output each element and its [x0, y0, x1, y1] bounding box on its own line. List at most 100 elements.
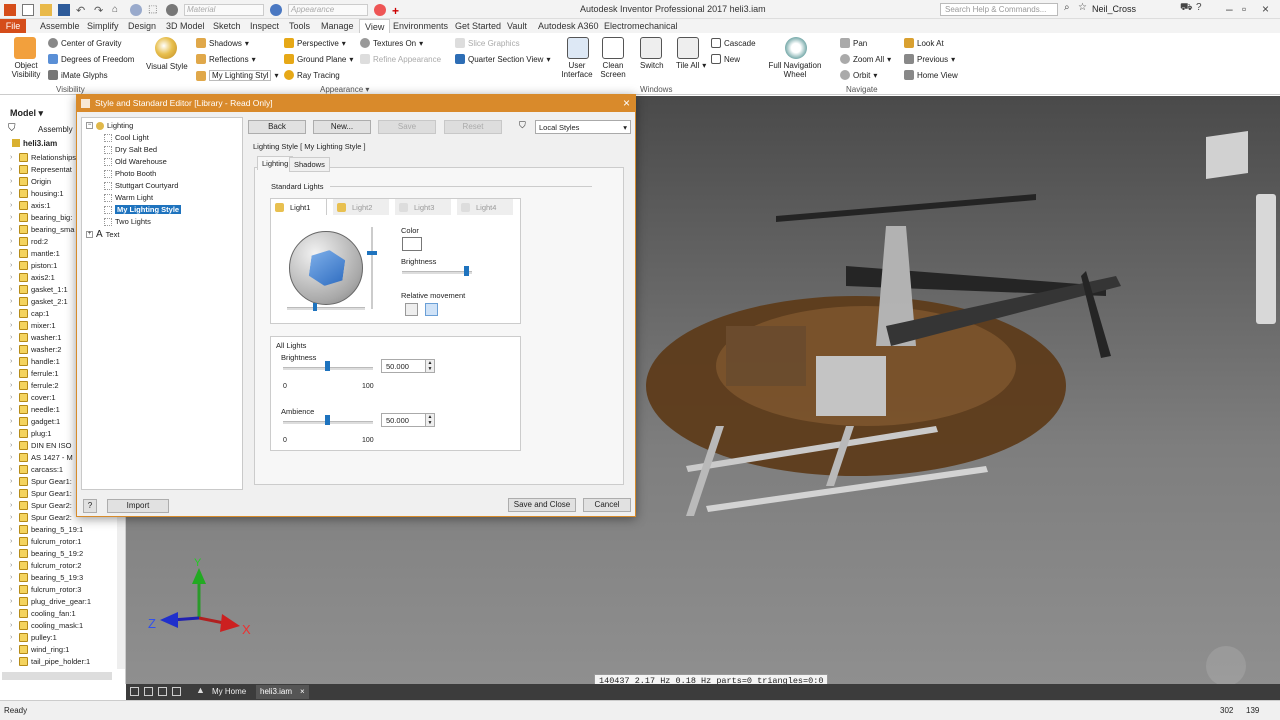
light-brightness-thumb[interactable]: [464, 266, 469, 276]
model-browser-title[interactable]: Model ▾: [10, 108, 43, 119]
filter-icon[interactable]: ⛉: [8, 123, 16, 134]
user-interface-button[interactable]: User Interface: [560, 61, 594, 79]
home-icon[interactable]: ⌂: [112, 4, 124, 16]
ray-tracing-button[interactable]: Ray Tracing: [284, 70, 340, 80]
tab-manage[interactable]: Manage: [321, 21, 354, 31]
model-tree-item[interactable]: › DIN EN ISO: [10, 439, 71, 451]
center-of-gravity-button[interactable]: Center of Gravity: [48, 38, 121, 48]
visual-style-icon[interactable]: [155, 37, 177, 59]
expand-arrow-icon[interactable]: ›: [10, 478, 16, 485]
camera-relative-icon[interactable]: [405, 303, 418, 316]
model-tree-item[interactable]: › Origin: [10, 175, 51, 187]
model-tree-item[interactable]: › cooling_fan:1: [10, 607, 76, 619]
star-icon[interactable]: ☆: [1078, 2, 1087, 13]
tab-simplify[interactable]: Simplify: [87, 21, 119, 31]
light-brightness-slider[interactable]: [402, 271, 472, 274]
expand-arrow-icon[interactable]: ›: [10, 394, 16, 401]
tab-my-home[interactable]: My Home: [212, 687, 246, 696]
assembly-view-dropdown[interactable]: Assembly: [38, 125, 73, 134]
lighting-style-item[interactable]: Dry Salt Bed: [104, 145, 157, 154]
tab-get-started[interactable]: Get Started: [455, 21, 501, 31]
tab-sketch[interactable]: Sketch: [213, 21, 241, 31]
close-tab-icon[interactable]: ×: [300, 687, 305, 697]
perspective-button[interactable]: Perspective ▾: [284, 38, 346, 48]
model-tree-item[interactable]: › Relationships: [10, 151, 76, 163]
clean-screen-button[interactable]: Clean Screen: [597, 61, 629, 79]
model-tree-item[interactable]: › washer:2: [10, 343, 61, 355]
expand-arrow-icon[interactable]: ›: [10, 214, 16, 221]
model-tree-item[interactable]: › Spur Gear1:: [10, 487, 72, 499]
model-tree-item[interactable]: › mantle:1: [10, 247, 60, 259]
previous-view-button[interactable]: Previous ▾: [904, 54, 955, 64]
new-style-button[interactable]: New...: [313, 120, 371, 134]
new-file-icon[interactable]: [22, 3, 34, 16]
model-tree-item[interactable]: › axis2:1: [10, 271, 55, 283]
model-tree-item[interactable]: › handle:1: [10, 355, 60, 367]
expand-arrow-icon[interactable]: ›: [10, 550, 16, 557]
expand-arrow-icon[interactable]: ›: [10, 622, 16, 629]
dialog-close-icon[interactable]: ×: [623, 96, 630, 110]
expand-arrow-icon[interactable]: ›: [10, 190, 16, 197]
light-tab-1[interactable]: Light1: [271, 199, 327, 215]
expand-arrow-icon[interactable]: ›: [10, 274, 16, 281]
tab-menu-icon[interactable]: ▲: [196, 685, 205, 695]
model-tree-item[interactable]: › Spur Gear2:: [10, 511, 72, 523]
expand-arrow-icon[interactable]: ›: [10, 658, 16, 665]
model-tree-item[interactable]: › Representat: [10, 163, 72, 175]
expand-arrow-icon[interactable]: ›: [10, 238, 16, 245]
cancel-button[interactable]: Cancel: [583, 498, 631, 512]
tab-tools[interactable]: Tools: [289, 21, 310, 31]
expand-arrow-icon[interactable]: ›: [10, 430, 16, 437]
model-tree-item[interactable]: › rod:2: [10, 235, 48, 247]
model-tree-item[interactable]: › fulcrum_rotor:1: [10, 535, 81, 547]
expand-arrow-icon[interactable]: ›: [10, 226, 16, 233]
navigation-wheel-icon[interactable]: [785, 37, 807, 59]
user-account[interactable]: Neil_Cross: [1092, 4, 1136, 14]
visual-style-button[interactable]: Visual Style: [146, 62, 188, 71]
save-and-close-button[interactable]: Save and Close: [508, 498, 576, 512]
model-tree-item[interactable]: › Spur Gear2:: [10, 499, 72, 511]
model-tree-item[interactable]: › axis:1: [10, 199, 51, 211]
ground-plane-button[interactable]: Ground Plane ▾: [284, 54, 353, 64]
model-tree-item[interactable]: › ferrule:1: [10, 367, 59, 379]
expand-arrow-icon[interactable]: ›: [10, 538, 16, 545]
vertical-position-slider[interactable]: [371, 227, 373, 309]
expand-arrow-icon[interactable]: ›: [10, 598, 16, 605]
filter-icon[interactable]: ⛉: [519, 120, 526, 131]
expand-arrow-icon[interactable]: ›: [10, 466, 16, 473]
expand-arrow-icon[interactable]: ›: [10, 526, 16, 533]
ambience-thumb[interactable]: [325, 415, 330, 425]
shadows-button[interactable]: Shadows ▾: [196, 38, 249, 48]
undo-icon[interactable]: ↶: [76, 4, 88, 17]
object-visibility-icon[interactable]: [14, 37, 36, 59]
model-tree-item[interactable]: › cap:1: [10, 307, 49, 319]
expand-arrow-icon[interactable]: ›: [10, 382, 16, 389]
tab-heli3[interactable]: heli3.iam ×: [256, 685, 309, 699]
expand-arrow-icon[interactable]: ›: [10, 154, 16, 161]
model-tree-item[interactable]: › bearing_5_19:1: [10, 523, 83, 535]
expand-icon[interactable]: +: [86, 231, 93, 238]
textures-on-button[interactable]: Textures On ▾: [360, 38, 423, 48]
inventor-logo-icon[interactable]: [4, 3, 16, 16]
redo-icon[interactable]: ↷: [94, 4, 106, 17]
tab-shadows[interactable]: Shadows: [289, 157, 330, 172]
lighting-style-item[interactable]: My Lighting Style: [104, 205, 182, 214]
cart-icon[interactable]: ⛟: [1180, 2, 1193, 15]
tab-file[interactable]: File: [0, 19, 26, 33]
model-tree-item[interactable]: › bearing_5_19:3: [10, 571, 83, 583]
expand-arrow-icon[interactable]: ›: [10, 646, 16, 653]
model-tree-item[interactable]: › ferrule:2: [10, 379, 59, 391]
look-at-button[interactable]: Look At: [904, 38, 944, 48]
tile-views-icons[interactable]: [130, 687, 181, 696]
expand-arrow-icon[interactable]: ›: [10, 250, 16, 257]
tile-all-button[interactable]: Tile All ▾: [676, 61, 706, 70]
model-tree-item[interactable]: › washer:1: [10, 331, 61, 343]
expand-arrow-icon[interactable]: ›: [10, 298, 16, 305]
model-tree-item[interactable]: › Spur Gear1:: [10, 475, 72, 487]
lighting-style-item[interactable]: Cool Light: [104, 133, 149, 142]
lighting-style-dropdown[interactable]: My Lighting Styl ▾: [196, 70, 278, 81]
model-tree-item[interactable]: › cooling_mask:1: [10, 619, 83, 631]
horizontal-position-slider[interactable]: [287, 307, 365, 310]
tab-assemble[interactable]: Assemble: [40, 21, 80, 31]
switch-icon[interactable]: [640, 37, 662, 59]
